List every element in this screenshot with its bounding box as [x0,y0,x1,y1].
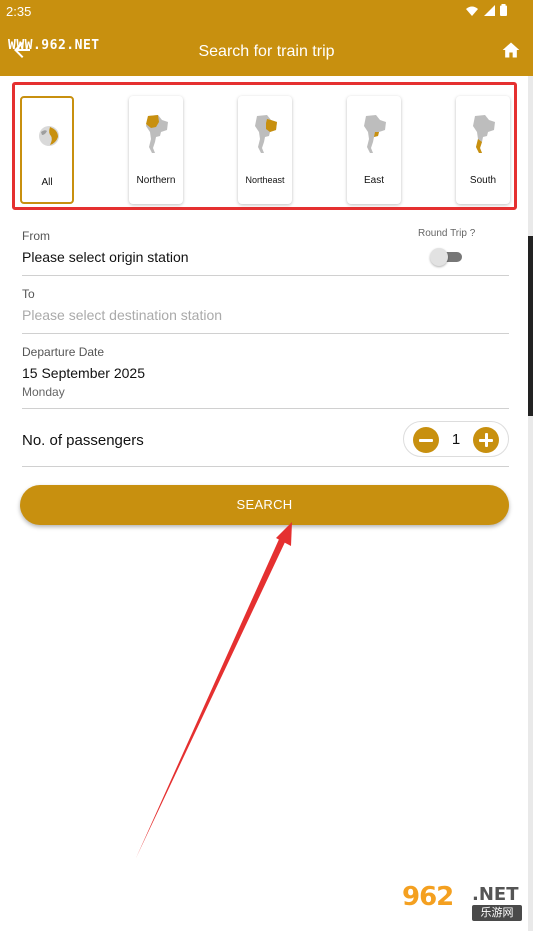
background-edge [528,76,533,931]
battery-icon [500,4,507,16]
departure-caption: Departure Date [22,345,105,359]
home-icon[interactable] [501,40,521,60]
passengers-label: No. of passengers [22,432,144,449]
region-card-northern[interactable]: Northern [129,96,183,204]
round-trip-label: Round Trip ? [418,228,476,239]
to-field[interactable]: To Please select destination station [22,287,509,334]
passenger-stepper: 1 [403,421,509,457]
status-bar: 2:35 [0,0,533,24]
departure-date-value[interactable]: 15 September 2025 [22,365,509,381]
region-card-northeast[interactable]: Northeast [238,96,292,204]
region-card-south[interactable]: South [456,96,510,204]
region-card-east[interactable]: East [347,96,401,204]
globe-icon [39,126,59,146]
system-icons [466,4,507,19]
round-trip-toggle[interactable] [430,248,462,266]
region-label-all: All [41,177,53,188]
watermark-main: 962 [402,882,454,912]
toggle-thumb [430,248,448,266]
watermark-net: .NET [472,884,519,905]
region-label-south: South [469,175,497,186]
destination-station-placeholder[interactable]: Please select destination station [22,307,509,323]
signal-icon [483,5,495,16]
thailand-map-icon [146,115,168,153]
increase-passengers-button[interactable] [473,427,499,453]
watermark-logo: 962 .NET 乐游网 [396,880,528,926]
thailand-map-icon [364,115,386,153]
region-label-northern: Northern [136,175,176,186]
region-label-east: East [363,175,384,186]
region-card-all[interactable]: All [20,96,74,204]
to-caption: To [22,287,35,301]
departure-weekday: Monday [22,385,65,399]
region-label-northeast: Northeast [245,175,285,185]
departure-date-field[interactable]: Departure Date 15 September 2025 Monday [22,345,509,409]
search-button[interactable]: SEARCH [20,485,509,525]
thailand-map-icon [255,115,277,153]
watermark-sub: 乐游网 [472,905,522,921]
passengers-row: No. of passengers 1 [22,412,509,467]
thailand-map-icon [473,115,495,153]
wifi-icon [466,6,479,16]
status-time: 2:35 [6,4,32,19]
app-bar: WWW.962.NET Search for train trip [0,24,533,76]
page-title: Search for train trip [198,43,335,60]
